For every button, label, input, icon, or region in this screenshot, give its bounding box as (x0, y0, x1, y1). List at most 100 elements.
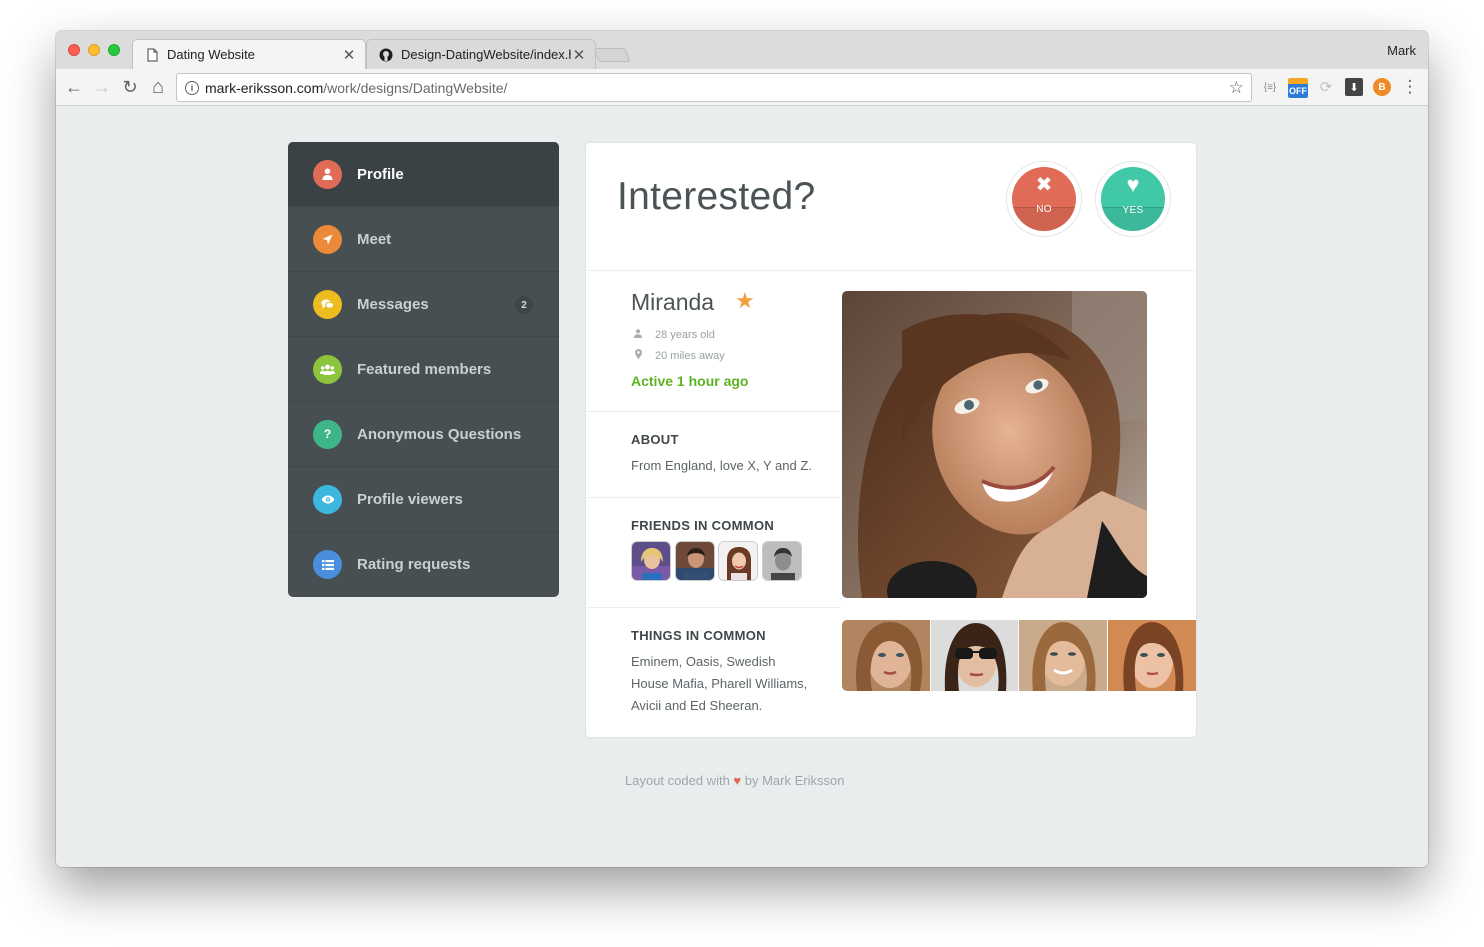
url-path: /work/designs/DatingWebsite/ (323, 79, 508, 96)
page-footer: Layout coded with ♥ by Mark Eriksson (625, 773, 844, 788)
age-row: 28 years old (633, 329, 715, 341)
sidebar-item-label: Featured members (357, 360, 492, 378)
yes-button-ring: ♥ YES (1095, 161, 1171, 237)
favorite-star-icon[interactable]: ★ (735, 288, 755, 314)
active-status: Active 1 hour ago (631, 373, 749, 389)
reload-icon[interactable]: ↻ (120, 77, 140, 97)
question-icon: ? (313, 419, 342, 449)
about-section: ABOUT From England, love X, Y and Z. (586, 412, 841, 498)
photo-thumbnail[interactable] (1019, 620, 1108, 691)
messages-count-badge: 2 (515, 296, 533, 314)
browser-window: Dating Website ✕ Design-DatingWebsite/in… (56, 31, 1428, 867)
tab-dating-website[interactable]: Dating Website ✕ (132, 39, 366, 69)
photo-thumbnails (842, 620, 1196, 691)
site-info-icon[interactable]: i (185, 80, 199, 95)
friend-avatar[interactable] (761, 541, 802, 581)
address-bar[interactable]: i mark-eriksson.com /work/designs/Dating… (176, 73, 1252, 102)
things-title: THINGS IN COMMON (631, 628, 766, 643)
sidebar-item-label: Anonymous Questions (357, 425, 522, 443)
photo-thumbnail[interactable] (842, 620, 931, 691)
heart-icon: ♥ (1126, 172, 1140, 197)
card-header: Interested? ✖ NO ♥ YES (586, 143, 1196, 271)
sync-icon[interactable]: ⟳ (1317, 78, 1335, 96)
minimize-window-button[interactable] (88, 44, 100, 56)
profile-name: Miranda (631, 289, 715, 315)
bookmark-star-icon[interactable]: ☆ (1229, 78, 1244, 98)
maximize-window-button[interactable] (108, 44, 120, 56)
page-content: Profile Meet Messages 2 Featured members… (56, 107, 1428, 867)
sidebar-item-label: Profile (357, 165, 404, 183)
sidebar-item-messages[interactable]: Messages 2 (288, 272, 559, 337)
profile-distance: 20 miles away (655, 349, 725, 362)
profile-info: Miranda ★ 28 years old 20 miles away Act… (586, 272, 841, 738)
sidebar-item-label: Messages (357, 295, 429, 313)
new-tab-button[interactable] (593, 48, 631, 62)
user-icon (633, 329, 643, 341)
sidebar-item-meet[interactable]: Meet (288, 207, 559, 272)
back-icon[interactable]: ← (64, 77, 84, 97)
tab-github[interactable]: Design-DatingWebsite/index.h ✕ (366, 39, 596, 69)
sidebar-item-profile[interactable]: Profile (288, 142, 559, 207)
document-icon (145, 47, 159, 62)
bitcoin-icon[interactable]: B (1373, 78, 1391, 96)
comments-icon (313, 289, 342, 319)
coupon-off-icon[interactable]: OFF (1288, 78, 1308, 98)
no-label: NO (1036, 204, 1052, 215)
friend-avatar[interactable] (631, 541, 671, 581)
url-host: mark-eriksson.com (205, 79, 324, 96)
profile-photo[interactable] (842, 291, 1147, 598)
browser-toolbar: ← → ↻ ⌂ i mark-eriksson.com /work/design… (56, 69, 1428, 106)
json-viewer-icon[interactable]: {≡} (1261, 78, 1279, 96)
tab-title: Design-DatingWebsite/index.h (401, 47, 571, 62)
sidebar-item-rating-requests[interactable]: Rating requests (288, 532, 559, 597)
forward-icon[interactable]: → (92, 77, 112, 97)
distance-row: 20 miles away (633, 349, 725, 362)
close-icon: ✖ (1035, 174, 1053, 196)
yes-label: YES (1122, 205, 1144, 216)
name-block: Miranda ★ 28 years old 20 miles away Act… (586, 272, 841, 412)
footer-text-after: by Mark Eriksson (744, 773, 845, 788)
profile-age: 28 years old (655, 329, 715, 341)
sidebar-item-profile-viewers[interactable]: Profile viewers (288, 467, 559, 532)
github-icon (379, 48, 393, 62)
menu-icon[interactable]: ⋮ (1401, 77, 1419, 96)
about-title: ABOUT (631, 432, 679, 447)
footer-text-before: Layout coded with (625, 773, 730, 788)
friend-avatar[interactable] (674, 541, 715, 581)
close-tab-icon[interactable]: ✕ (341, 46, 357, 64)
browser-profile[interactable]: Mark (1387, 43, 1416, 58)
no-button[interactable]: ✖ NO (1012, 167, 1076, 231)
things-section: THINGS IN COMMON Eminem, Oasis, Swedish … (586, 608, 841, 738)
map-marker-icon (633, 349, 643, 362)
group-icon (313, 354, 342, 384)
about-text: From England, love X, Y and Z. (631, 458, 812, 473)
close-window-button[interactable] (68, 44, 80, 56)
eye-icon (313, 484, 342, 514)
download-icon[interactable]: ⬇ (1345, 78, 1363, 96)
photo-thumbnail[interactable] (1107, 620, 1196, 691)
sidebar-nav: Profile Meet Messages 2 Featured members… (288, 142, 559, 597)
sidebar-item-label: Meet (357, 230, 392, 248)
sidebar-item-label: Rating requests (357, 556, 471, 573)
sidebar-item-label: Profile viewers (357, 490, 463, 508)
list-icon (313, 550, 342, 579)
yes-button[interactable]: ♥ YES (1101, 167, 1165, 231)
home-icon[interactable]: ⌂ (148, 76, 168, 98)
location-arrow-icon (313, 224, 342, 254)
close-tab-icon[interactable]: ✕ (571, 46, 587, 64)
sidebar-item-anonymous-questions[interactable]: ? Anonymous Questions (288, 402, 559, 467)
friends-section: FRIENDS IN COMMON (586, 498, 841, 608)
tab-title: Dating Website (167, 47, 255, 62)
heart-icon: ♥ (733, 773, 742, 788)
photo-thumbnail[interactable] (930, 620, 1019, 691)
friends-title: FRIENDS IN COMMON (631, 518, 775, 533)
tab-strip: Dating Website ✕ Design-DatingWebsite/in… (56, 31, 1428, 69)
page-title: Interested? (617, 175, 816, 218)
things-line-2: House Mafia, Pharell Williams, (631, 676, 808, 691)
no-button-ring: ✖ NO (1006, 161, 1082, 237)
sidebar-item-featured-members[interactable]: Featured members (288, 337, 559, 402)
things-line-3: Avicii and Ed Sheeran. (631, 698, 763, 713)
profile-card: Interested? ✖ NO ♥ YES Miranda ★ 28 year… (585, 142, 1197, 738)
things-line-1: Eminem, Oasis, Swedish (631, 654, 776, 669)
friend-avatar[interactable] (718, 541, 758, 581)
